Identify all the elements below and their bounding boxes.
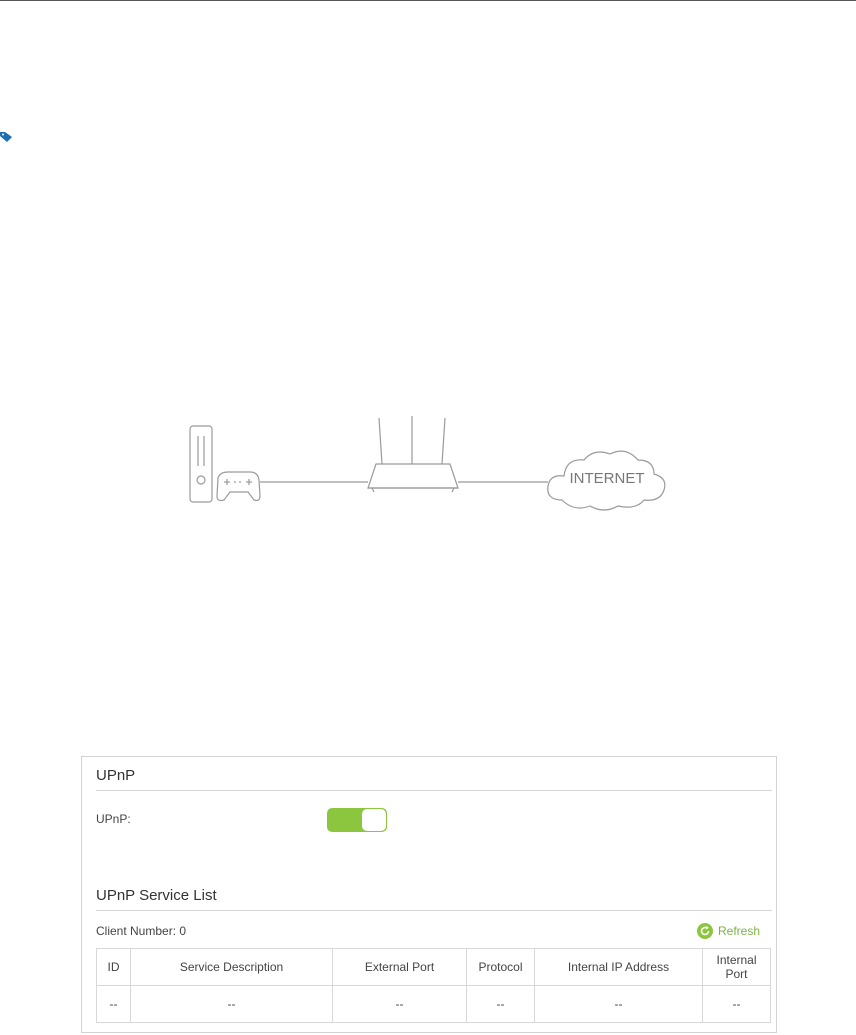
client-number: Client Number: 0 — [96, 924, 187, 938]
refresh-label: Refresh — [718, 924, 761, 938]
router-icon — [367, 416, 459, 493]
cell-id: -- — [96, 985, 131, 1023]
table-header-row: ID Service Description External Port Pro… — [96, 948, 771, 986]
header-internal-port: Internal Port — [702, 948, 771, 986]
game-console-icon — [189, 425, 213, 503]
header-internal-ip-address: Internal IP Address — [534, 948, 703, 986]
upnp-section-title: UPnP — [96, 767, 136, 784]
upnp-toggle-knob — [362, 809, 386, 831]
service-list-divider — [96, 910, 772, 911]
header-external-port: External Port — [332, 948, 467, 986]
cell-internal-port: -- — [702, 985, 771, 1023]
upnp-section-divider — [96, 790, 772, 791]
table-row: -- -- -- -- -- -- — [96, 985, 771, 1023]
header-id: ID — [96, 948, 131, 986]
top-rule — [0, 0, 856, 1]
internet-label: INTERNET — [569, 470, 645, 487]
header-protocol: Protocol — [466, 948, 535, 986]
service-list-title: UPnP Service List — [96, 887, 217, 904]
upnp-toggle[interactable] — [327, 808, 387, 832]
network-diagram-art — [189, 416, 666, 511]
header-service-description: Service Description — [130, 948, 333, 986]
refresh-button[interactable]: Refresh — [697, 923, 760, 939]
cell-service-description: -- — [130, 985, 333, 1023]
cell-external-port: -- — [332, 985, 467, 1023]
tag-icon — [0, 132, 12, 142]
upnp-toggle-label: UPnP: — [96, 812, 131, 826]
network-diagram: INTERNET — [186, 416, 672, 516]
upnp-service-table: ID Service Description External Port Pro… — [96, 948, 771, 1023]
cell-protocol: -- — [466, 985, 535, 1023]
game-controller-icon — [216, 471, 261, 502]
cell-internal-ip-address: -- — [534, 985, 703, 1023]
upnp-panel: UPnP UPnP: UPnP Service List Client Numb… — [81, 756, 777, 1033]
refresh-icon — [697, 923, 713, 939]
